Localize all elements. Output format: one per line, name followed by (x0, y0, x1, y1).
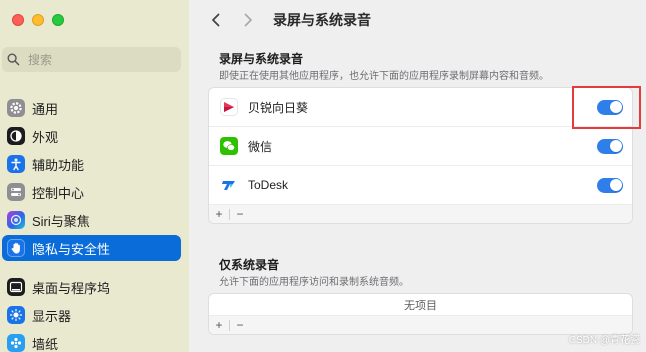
sidebar-item-label: 墙纸 (32, 336, 59, 352)
sidebar-item-label: 显示器 (32, 308, 72, 324)
sidebar-item-appearance[interactable]: 外观 (2, 123, 181, 149)
window-controls (12, 14, 64, 26)
sidebar-item-label: 外观 (32, 129, 59, 145)
sidebar-item-control-center[interactable]: 控制中心 (2, 179, 181, 205)
sidebar-item-accessibility[interactable]: 辅助功能 (2, 151, 181, 177)
accessibility-icon (7, 155, 25, 173)
sidebar-item-label: 控制中心 (32, 185, 85, 201)
remove-app-button[interactable]: − (230, 207, 250, 221)
sunflower-icon (220, 98, 238, 116)
section-heading: 录屏与系统录音 (219, 52, 304, 66)
siri-icon (7, 211, 25, 229)
wechat-icon (220, 137, 238, 155)
hand-icon (7, 239, 25, 257)
list-controls: + − (209, 205, 632, 223)
highlight-annotation (572, 86, 641, 129)
gear-icon (7, 99, 25, 117)
section-description: 允许下面的应用程序访问和录制系统音频。 (219, 277, 409, 288)
system-audio-app-list: 无项目 + − (208, 293, 633, 335)
wallpaper-icon (7, 334, 25, 352)
search-field[interactable] (2, 47, 181, 72)
toolbar: 录屏与系统录音 (189, 0, 646, 40)
section-heading: 仅系统录音 (219, 258, 280, 272)
list-item: 微信 (209, 127, 632, 166)
sidebar-item-wallpaper[interactable]: 墙纸 (2, 330, 181, 352)
close-window-button[interactable] (12, 14, 24, 26)
chevron-right-icon (244, 13, 252, 27)
main-content: 录屏与系统录音 录屏与系统录音 即使正在使用其他应用程序，也允许下面的应用程序录… (189, 0, 646, 352)
display-icon (7, 306, 25, 324)
add-app-button[interactable]: + (209, 318, 229, 332)
sidebar-item-siri[interactable]: Siri与聚焦 (2, 207, 181, 233)
appearance-icon (7, 127, 25, 145)
sidebar-item-label: 桌面与程序坞 (32, 280, 111, 296)
sidebar-item-label: Siri与聚焦 (32, 213, 90, 229)
app-toggle-switch[interactable] (597, 138, 623, 154)
control-center-icon (7, 183, 25, 201)
sidebar-item-desktop-dock[interactable]: 桌面与程序坞 (2, 274, 181, 300)
search-input[interactable] (28, 52, 178, 67)
sidebar-item-label: 通用 (32, 101, 59, 117)
chevron-left-icon (212, 13, 220, 27)
search-icon (7, 53, 20, 66)
zoom-window-button[interactable] (52, 14, 64, 26)
section-description: 即使正在使用其他应用程序，也允许下面的应用程序录制屏幕内容和音频。 (219, 71, 549, 82)
dock-icon (7, 278, 25, 296)
sidebar-item-label: 隐私与安全性 (32, 241, 111, 257)
page-title: 录屏与系统录音 (273, 12, 371, 28)
sidebar-item-label: 辅助功能 (32, 157, 85, 173)
app-toggle-switch[interactable] (597, 177, 623, 193)
sidebar-item-privacy-security[interactable]: 隐私与安全性 (2, 235, 181, 261)
list-item: 贝锐向日葵 (209, 88, 632, 127)
back-button[interactable] (205, 9, 227, 31)
app-name: ToDesk (248, 178, 289, 192)
app-name: 贝锐向日葵 (248, 100, 309, 115)
sidebar-item-displays[interactable]: 显示器 (2, 302, 181, 328)
empty-list-label: 无项目 (209, 294, 632, 316)
list-item: ToDesk (209, 166, 632, 205)
sidebar-item-general[interactable]: 通用 (2, 95, 181, 121)
watermark: CSDN @青花瓷 (568, 335, 640, 346)
sidebar: 通用 外观 辅助功能 控制中心 Siri与聚焦 隐私与安全性 桌 (0, 0, 189, 352)
remove-app-button[interactable]: − (230, 318, 250, 332)
screen-recording-app-list: 贝锐向日葵 微信 ToDesk + − (208, 87, 633, 224)
app-name: 微信 (248, 139, 273, 154)
add-app-button[interactable]: + (209, 207, 229, 221)
todesk-icon (220, 176, 238, 194)
forward-button[interactable] (237, 9, 259, 31)
minimize-window-button[interactable] (32, 14, 44, 26)
